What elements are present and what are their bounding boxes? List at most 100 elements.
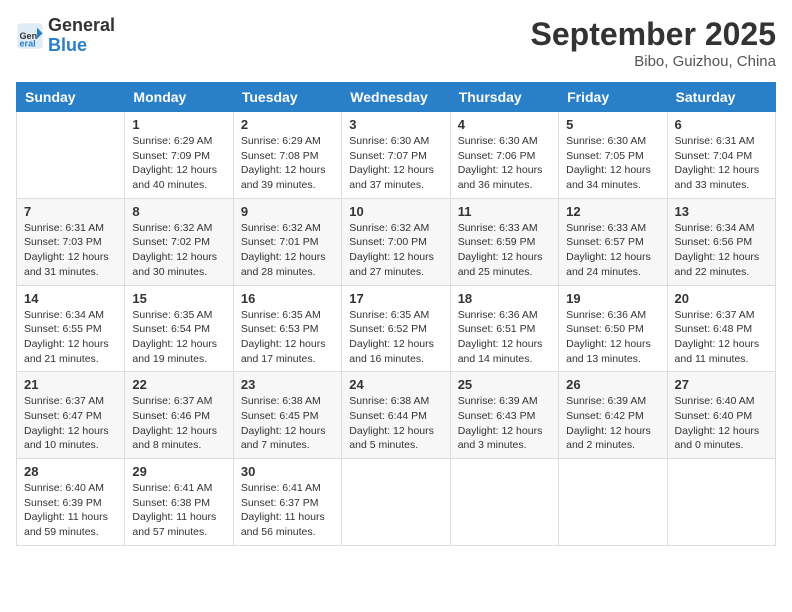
logo-blue: Blue bbox=[48, 35, 87, 55]
day-info: Sunrise: 6:30 AM Sunset: 7:06 PM Dayligh… bbox=[458, 134, 551, 193]
day-cell: 30 Sunrise: 6:41 AM Sunset: 6:37 PM Dayli… bbox=[233, 459, 341, 546]
day-info: Sunrise: 6:34 AM Sunset: 6:56 PM Dayligh… bbox=[675, 221, 768, 280]
logo-text: General Blue bbox=[48, 16, 115, 56]
week-row-4: 21 Sunrise: 6:37 AM Sunset: 6:47 PM Dayli… bbox=[17, 372, 776, 459]
week-row-5: 28 Sunrise: 6:40 AM Sunset: 6:39 PM Dayli… bbox=[17, 459, 776, 546]
day-info: Sunrise: 6:41 AM Sunset: 6:37 PM Dayligh… bbox=[241, 481, 334, 540]
day-cell: 18Sunrise: 6:36 AM Sunset: 6:51 PM Dayli… bbox=[450, 285, 558, 372]
weekday-header-sunday: Sunday bbox=[17, 83, 125, 112]
day-cell: 13 Sunrise: 6:34 AM Sunset: 6:56 PM Dayli… bbox=[667, 198, 775, 285]
day-cell: 29 Sunrise: 6:41 AM Sunset: 6:38 PM Dayli… bbox=[125, 459, 233, 546]
weekday-header-tuesday: Tuesday bbox=[233, 83, 341, 112]
day-number: 22 bbox=[132, 377, 225, 392]
svg-text:eral: eral bbox=[20, 38, 36, 48]
title-block: September 2025 Bibo, Guizhou, China bbox=[531, 16, 776, 70]
day-number: 14 bbox=[24, 291, 117, 306]
weekday-header-saturday: Saturday bbox=[667, 83, 775, 112]
day-cell: 15 Sunrise: 6:35 AM Sunset: 6:54 PM Dayli… bbox=[125, 285, 233, 372]
day-info: Sunrise: 6:33 AM Sunset: 6:57 PM Dayligh… bbox=[566, 221, 659, 280]
day-cell: 16 Sunrise: 6:35 AM Sunset: 6:53 PM Dayli… bbox=[233, 285, 341, 372]
day-number: 21 bbox=[24, 377, 117, 392]
day-info: Sunrise: 6:35 AM Sunset: 6:52 PM Dayligh… bbox=[349, 308, 442, 367]
day-cell: 25Sunrise: 6:39 AM Sunset: 6:43 PM Dayli… bbox=[450, 372, 558, 459]
day-cell: 14Sunrise: 6:34 AM Sunset: 6:55 PM Dayli… bbox=[17, 285, 125, 372]
day-info: Sunrise: 6:39 AM Sunset: 6:43 PM Dayligh… bbox=[458, 394, 551, 453]
day-info: Sunrise: 6:35 AM Sunset: 6:54 PM Dayligh… bbox=[132, 308, 225, 367]
day-number: 16 bbox=[241, 291, 334, 306]
logo: Gen eral General Blue bbox=[16, 16, 115, 56]
day-number: 20 bbox=[675, 291, 768, 306]
day-cell: 24 Sunrise: 6:38 AM Sunset: 6:44 PM Dayli… bbox=[342, 372, 450, 459]
day-info: Sunrise: 6:37 AM Sunset: 6:46 PM Dayligh… bbox=[132, 394, 225, 453]
location: Bibo, Guizhou, China bbox=[531, 53, 776, 70]
day-cell: 1 Sunrise: 6:29 AM Sunset: 7:09 PM Daylig… bbox=[125, 112, 233, 199]
day-cell: 26 Sunrise: 6:39 AM Sunset: 6:42 PM Dayli… bbox=[559, 372, 667, 459]
day-info: Sunrise: 6:36 AM Sunset: 6:50 PM Dayligh… bbox=[566, 308, 659, 367]
day-number: 17 bbox=[349, 291, 442, 306]
logo-general: General bbox=[48, 15, 115, 35]
day-number: 4 bbox=[458, 117, 551, 132]
day-info: Sunrise: 6:37 AM Sunset: 6:47 PM Dayligh… bbox=[24, 394, 117, 453]
day-number: 13 bbox=[675, 204, 768, 219]
day-number: 11 bbox=[458, 204, 551, 219]
day-cell bbox=[342, 459, 450, 546]
day-number: 5 bbox=[566, 117, 659, 132]
day-cell: 5Sunrise: 6:30 AM Sunset: 7:05 PM Daylig… bbox=[559, 112, 667, 199]
day-number: 29 bbox=[132, 464, 225, 479]
day-cell: 11Sunrise: 6:33 AM Sunset: 6:59 PM Dayli… bbox=[450, 198, 558, 285]
day-cell: 6 Sunrise: 6:31 AM Sunset: 7:04 PM Daylig… bbox=[667, 112, 775, 199]
day-cell bbox=[17, 112, 125, 199]
week-row-3: 14Sunrise: 6:34 AM Sunset: 6:55 PM Dayli… bbox=[17, 285, 776, 372]
day-number: 1 bbox=[132, 117, 225, 132]
day-cell: 22 Sunrise: 6:37 AM Sunset: 6:46 PM Dayli… bbox=[125, 372, 233, 459]
weekday-header-thursday: Thursday bbox=[450, 83, 558, 112]
day-number: 28 bbox=[24, 464, 117, 479]
day-info: Sunrise: 6:38 AM Sunset: 6:45 PM Dayligh… bbox=[241, 394, 334, 453]
day-info: Sunrise: 6:35 AM Sunset: 6:53 PM Dayligh… bbox=[241, 308, 334, 367]
day-info: Sunrise: 6:40 AM Sunset: 6:40 PM Dayligh… bbox=[675, 394, 768, 453]
day-info: Sunrise: 6:41 AM Sunset: 6:38 PM Dayligh… bbox=[132, 481, 225, 540]
day-info: Sunrise: 6:39 AM Sunset: 6:42 PM Dayligh… bbox=[566, 394, 659, 453]
day-cell: 28 Sunrise: 6:40 AM Sunset: 6:39 PM Dayli… bbox=[17, 459, 125, 546]
day-number: 23 bbox=[241, 377, 334, 392]
day-number: 12 bbox=[566, 204, 659, 219]
week-row-2: 7Sunrise: 6:31 AM Sunset: 7:03 PM Daylig… bbox=[17, 198, 776, 285]
day-info: Sunrise: 6:29 AM Sunset: 7:09 PM Dayligh… bbox=[132, 134, 225, 193]
day-number: 19 bbox=[566, 291, 659, 306]
day-cell: 2Sunrise: 6:29 AM Sunset: 7:08 PM Daylig… bbox=[233, 112, 341, 199]
day-number: 27 bbox=[675, 377, 768, 392]
day-info: Sunrise: 6:40 AM Sunset: 6:39 PM Dayligh… bbox=[24, 481, 117, 540]
day-number: 24 bbox=[349, 377, 442, 392]
day-info: Sunrise: 6:30 AM Sunset: 7:07 PM Dayligh… bbox=[349, 134, 442, 193]
day-cell: 4 Sunrise: 6:30 AM Sunset: 7:06 PM Daylig… bbox=[450, 112, 558, 199]
day-cell: 19 Sunrise: 6:36 AM Sunset: 6:50 PM Dayli… bbox=[559, 285, 667, 372]
day-number: 6 bbox=[675, 117, 768, 132]
day-cell bbox=[450, 459, 558, 546]
day-number: 26 bbox=[566, 377, 659, 392]
day-info: Sunrise: 6:32 AM Sunset: 7:00 PM Dayligh… bbox=[349, 221, 442, 280]
day-info: Sunrise: 6:32 AM Sunset: 7:02 PM Dayligh… bbox=[132, 221, 225, 280]
calendar-table: SundayMondayTuesdayWednesdayThursdayFrid… bbox=[16, 82, 776, 546]
day-number: 7 bbox=[24, 204, 117, 219]
week-row-1: 1 Sunrise: 6:29 AM Sunset: 7:09 PM Daylig… bbox=[17, 112, 776, 199]
month-title: September 2025 bbox=[531, 16, 776, 53]
weekday-header-friday: Friday bbox=[559, 83, 667, 112]
day-number: 30 bbox=[241, 464, 334, 479]
day-number: 15 bbox=[132, 291, 225, 306]
day-cell: 21 Sunrise: 6:37 AM Sunset: 6:47 PM Dayli… bbox=[17, 372, 125, 459]
day-number: 10 bbox=[349, 204, 442, 219]
day-cell: 10 Sunrise: 6:32 AM Sunset: 7:00 PM Dayli… bbox=[342, 198, 450, 285]
day-info: Sunrise: 6:37 AM Sunset: 6:48 PM Dayligh… bbox=[675, 308, 768, 367]
day-cell: 27 Sunrise: 6:40 AM Sunset: 6:40 PM Dayli… bbox=[667, 372, 775, 459]
logo-icon: Gen eral bbox=[16, 22, 44, 50]
day-cell: 12 Sunrise: 6:33 AM Sunset: 6:57 PM Dayli… bbox=[559, 198, 667, 285]
day-number: 9 bbox=[241, 204, 334, 219]
page-header: Gen eral General Blue September 2025 Bib… bbox=[16, 16, 776, 70]
weekday-header-monday: Monday bbox=[125, 83, 233, 112]
day-info: Sunrise: 6:31 AM Sunset: 7:04 PM Dayligh… bbox=[675, 134, 768, 193]
day-cell: 23 Sunrise: 6:38 AM Sunset: 6:45 PM Dayli… bbox=[233, 372, 341, 459]
day-cell: 20 Sunrise: 6:37 AM Sunset: 6:48 PM Dayli… bbox=[667, 285, 775, 372]
day-number: 8 bbox=[132, 204, 225, 219]
day-info: Sunrise: 6:36 AM Sunset: 6:51 PM Dayligh… bbox=[458, 308, 551, 367]
day-info: Sunrise: 6:38 AM Sunset: 6:44 PM Dayligh… bbox=[349, 394, 442, 453]
